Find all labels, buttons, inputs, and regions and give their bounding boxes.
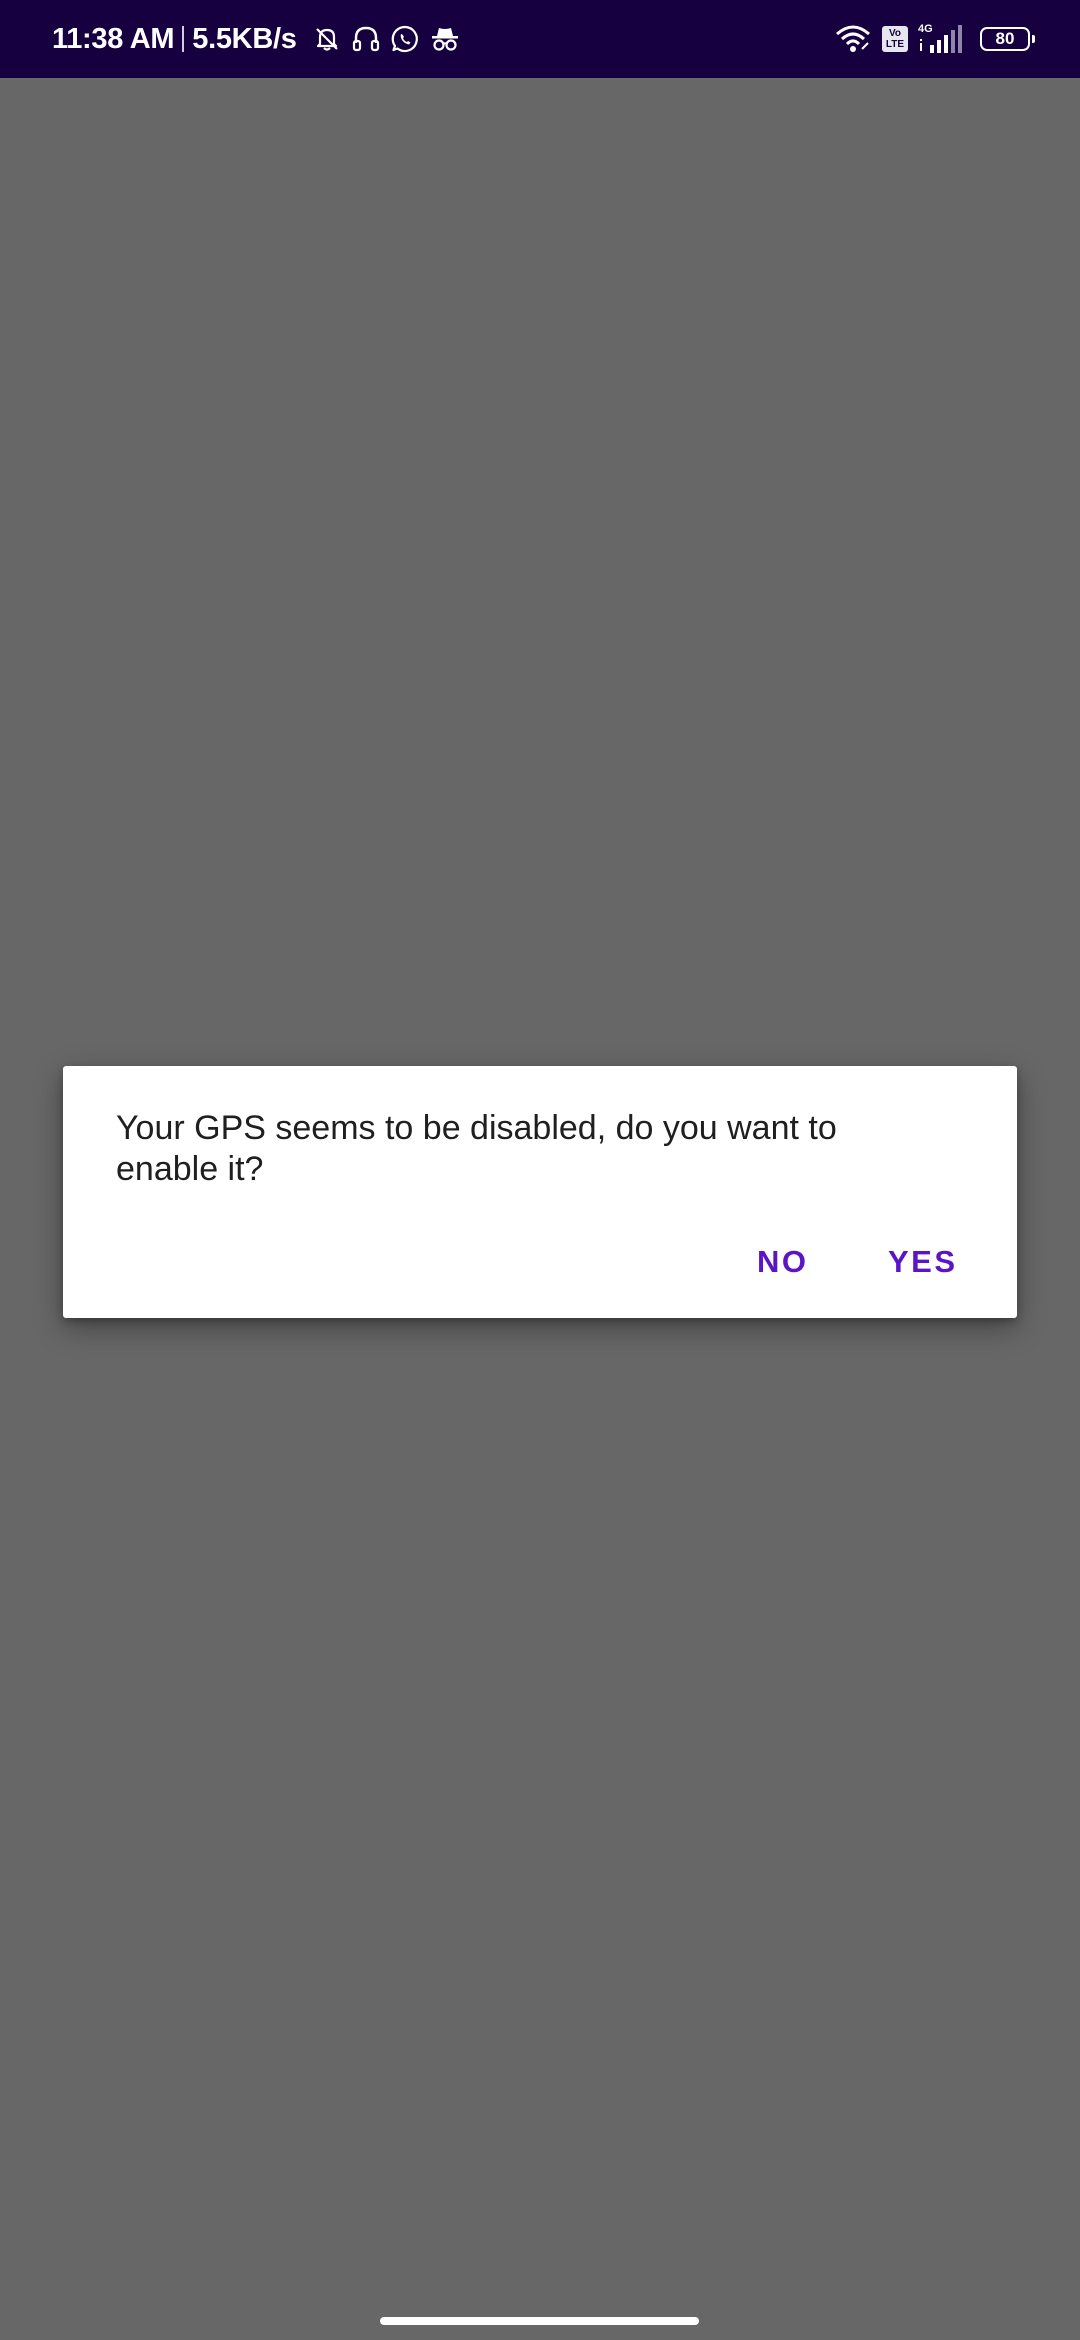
headphones-icon [352,26,379,52]
volte-top-label: Vo [888,28,902,39]
status-left-group: 11:38 AM 5.5KB/s [52,0,461,78]
signal-icon [920,25,962,53]
yes-button[interactable]: YES [876,1234,970,1290]
volte-bottom-label: LTE [885,39,905,50]
home-gesture-bar[interactable] [380,2317,699,2325]
mobile-network: 4G [918,21,966,57]
notifications-muted-icon [315,28,338,51]
status-right-group: Vo LTE 4G 80 [824,0,1035,78]
battery-level: 80 [995,29,1015,48]
gps-alert-dialog: Your GPS seems to be disabled, do you wa… [63,1066,1017,1318]
no-button[interactable]: NO [745,1234,821,1290]
volte-icon: Vo LTE [882,26,908,52]
whatsapp-icon [391,25,418,53]
network-speed: 5.5KB/s [192,22,297,55]
dialog-message: Your GPS seems to be disabled, do you wa… [116,1109,837,1188]
status-separator [182,26,185,52]
wifi-icon [836,25,870,52]
status-time: 11:38 AM [52,22,175,55]
battery-icon: 80 [980,27,1035,51]
notification-icons [303,24,461,54]
status-bar: 11:38 AM 5.5KB/s Vo LTE 4G 80 [0,0,1080,78]
incognito-icon [431,28,458,51]
